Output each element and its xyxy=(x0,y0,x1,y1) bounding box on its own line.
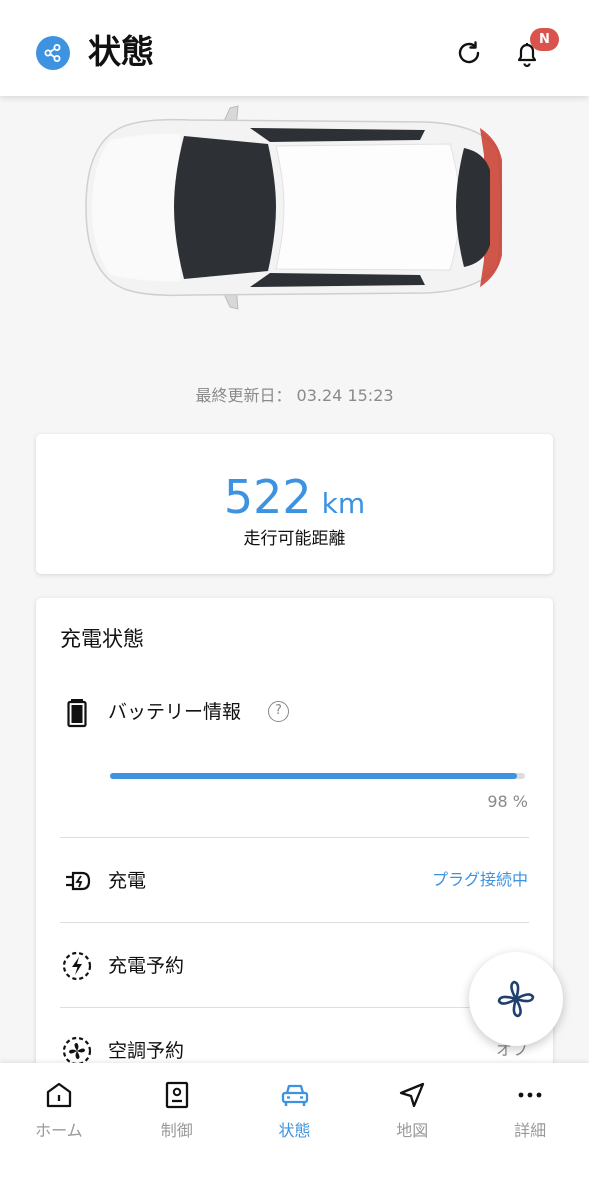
share-button[interactable] xyxy=(36,36,70,70)
last-updated-value: 03.24 15:23 xyxy=(296,386,394,405)
battery-icon xyxy=(67,699,87,728)
last-updated: 最終更新日： 03.24 15:23 xyxy=(0,382,589,406)
charging-label: 充電 xyxy=(108,870,147,892)
app-header: 状態 N xyxy=(0,0,589,96)
bottom-navigation: ホーム 制御 状態 地図 詳細 xyxy=(0,1063,589,1199)
divider xyxy=(60,922,529,923)
charge-schedule-icon xyxy=(62,951,92,981)
nav-label-control: 制御 xyxy=(160,1121,193,1140)
nav-item-map[interactable]: 地図 xyxy=(353,1063,471,1163)
nav-item-details[interactable]: 詳細 xyxy=(471,1063,589,1163)
help-icon[interactable]: ? xyxy=(268,701,289,722)
nav-label-home: ホーム xyxy=(35,1121,83,1140)
divider xyxy=(60,1007,529,1008)
page-title: 状態 xyxy=(88,32,154,71)
battery-level-fill xyxy=(110,773,517,779)
refresh-button[interactable] xyxy=(452,36,486,70)
notification-badge: N xyxy=(530,28,559,51)
range-label: 走行可能距離 xyxy=(243,529,346,549)
nav-label-map: 地図 xyxy=(396,1121,429,1140)
remote-icon xyxy=(165,1081,188,1109)
more-icon xyxy=(518,1092,542,1098)
battery-percent: 98 % xyxy=(487,792,528,811)
charge-status-title: 充電状態 xyxy=(60,627,144,651)
car-top-view-image xyxy=(85,105,502,310)
climate-fab-button[interactable] xyxy=(469,952,563,1046)
range-unit: km xyxy=(321,487,366,520)
nav-label-status: 状態 xyxy=(278,1121,311,1140)
nav-item-status[interactable]: 状態 xyxy=(236,1063,354,1163)
charging-status-value: プラグ接続中 xyxy=(431,870,528,889)
battery-level-bar xyxy=(110,773,525,779)
nav-label-details: 詳細 xyxy=(514,1121,547,1140)
divider xyxy=(60,837,529,838)
fan-icon xyxy=(497,980,535,1018)
car-icon xyxy=(281,1084,308,1106)
charge-schedule-label: 充電予約 xyxy=(108,955,185,977)
nav-item-control[interactable]: 制御 xyxy=(118,1063,236,1163)
last-updated-label: 最終更新日： xyxy=(195,386,292,405)
nav-item-home[interactable]: ホーム xyxy=(0,1063,118,1163)
navigation-icon xyxy=(400,1082,425,1108)
home-icon xyxy=(46,1082,72,1108)
plug-icon xyxy=(66,871,91,891)
range-number: 522 xyxy=(223,470,312,524)
battery-info-label: バッテリー情報 xyxy=(108,701,242,723)
share-icon xyxy=(44,44,61,62)
climate-schedule-label: 空調予約 xyxy=(108,1040,185,1062)
refresh-icon xyxy=(458,41,480,64)
